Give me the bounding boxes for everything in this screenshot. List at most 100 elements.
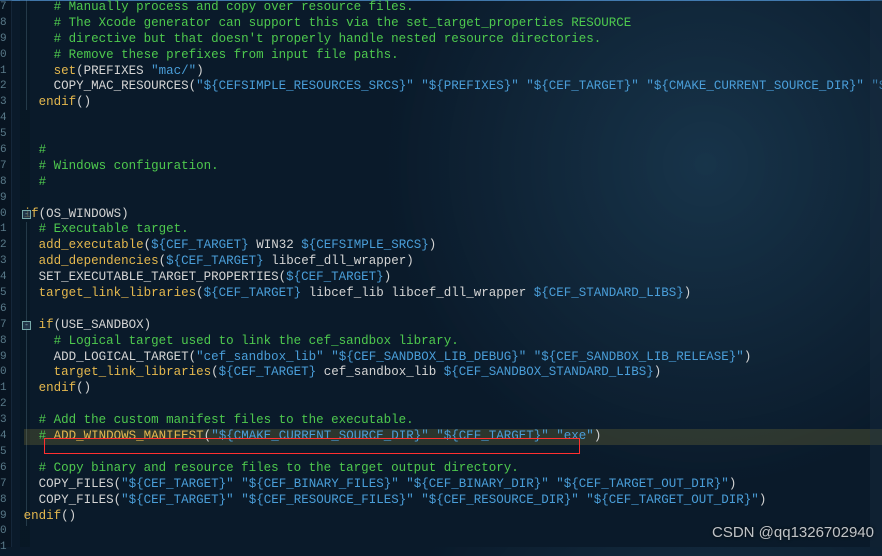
code-token: "${CEF_TARGET}" [121,477,234,491]
code-token: endif [39,381,77,395]
code-token: ) [744,350,752,364]
line-number: 4 [0,111,7,127]
code-token: set [54,64,77,78]
code-line[interactable]: # The Xcode generator can support this v… [24,16,882,32]
code-line[interactable]: # Copy binary and resource files to the … [24,461,882,477]
code-token: "${CEF_BINARY_DIR}" [406,477,549,491]
line-number: 5 [0,286,7,302]
code-token: WIN32 [249,238,302,252]
line-number: 9 [0,32,7,48]
code-editor[interactable]: 78901234567890123456789012345678901 # Ma… [0,0,882,547]
code-line[interactable]: # Manually process and copy over resourc… [24,0,882,16]
code-token: ) [144,318,152,332]
line-number: 2 [0,79,7,95]
code-line[interactable]: COPY_MAC_RESOURCES("${CEFSIMPLE_RESOURCE… [24,79,882,95]
line-number: 1 [0,64,7,80]
code-token: "${CEF_RESOURCE_DIR}" [421,493,579,507]
code-token: COPY_FILES( [39,477,122,491]
fold-toggle-icon[interactable]: - [22,210,31,219]
line-number: 6 [0,143,7,159]
code-token: ) [684,286,692,300]
code-token: # Remove these prefixes from input file … [54,48,399,62]
code-token: # [39,175,47,189]
code-token: "${CEF_SANDBOX_LIB_RELEASE}" [534,350,744,364]
code-line[interactable] [24,111,882,127]
line-number: 8 [0,493,7,509]
code-line[interactable]: add_dependencies(${CEF_TARGET} libcef_dl… [24,254,882,270]
code-token: () [76,95,91,109]
line-number: 6 [0,302,7,318]
fold-toggle-icon[interactable]: - [22,321,31,330]
code-line[interactable]: add_executable(${CEF_TARGET} WIN32 ${CEF… [24,238,882,254]
line-number: 7 [0,477,7,493]
code-token: ${CEF_TARGET} [219,365,317,379]
code-token: "exe" [556,429,594,443]
code-line[interactable]: # Remove these prefixes from input file … [24,48,882,64]
code-token: endif [39,95,77,109]
line-number: 8 [0,16,7,32]
line-number: 5 [0,445,7,461]
code-token: ) [121,207,129,221]
code-line[interactable]: if(USE_SANDBOX) [24,318,882,334]
code-token: # Logical target used to link the cef_sa… [54,334,459,348]
line-number: 0 [0,524,7,540]
code-token: COPY_FILES( [39,493,122,507]
code-line[interactable]: COPY_FILES("${CEF_TARGET}" "${CEF_BINARY… [24,477,882,493]
code-token: PREFIXES [84,64,152,78]
code-token: ${CEF_TARGET} [204,286,302,300]
code-line[interactable]: COPY_FILES("${CEF_TARGET}" "${CEF_RESOUR… [24,493,882,509]
line-number: 1 [0,381,7,397]
code-line[interactable]: # Logical target used to link the cef_sa… [24,334,882,350]
vertical-scrollbar[interactable] [870,0,882,547]
code-line[interactable]: # Windows configuration. [24,159,882,175]
code-token: "${CEF_TARGET_OUT_DIR}" [556,477,729,491]
code-line[interactable]: SET_EXECUTABLE_TARGET_PROPERTIES(${CEF_T… [24,270,882,286]
code-token: # Executable target. [39,222,189,236]
line-number: 1 [0,222,7,238]
code-line[interactable]: endif() [24,509,882,525]
code-token: libcef_dll_wrapper [264,254,407,268]
code-line[interactable]: endif() [24,95,882,111]
code-token: # Add the custom manifest files to the e… [39,413,414,427]
code-token: "${CEFSIMPLE_RESOURCES_SRCS}" [196,79,414,93]
line-number: 9 [0,191,7,207]
line-number: 8 [0,175,7,191]
code-line[interactable]: # [24,143,882,159]
code-line[interactable] [24,127,882,143]
code-line[interactable]: # Add the custom manifest files to the e… [24,413,882,429]
line-number: 4 [0,429,7,445]
code-token: # directive but that doesn't properly ha… [54,32,602,46]
code-line[interactable]: # directive but that doesn't properly ha… [24,32,882,48]
code-token: # The Xcode generator can support this v… [54,16,632,30]
code-token: ( [196,286,204,300]
code-token: # [39,143,47,157]
line-number: 7 [0,0,7,16]
code-token: add_executable [39,238,144,252]
code-line[interactable]: # [24,175,882,191]
line-number: 9 [0,509,7,525]
line-number: 3 [0,95,7,111]
code-token: ) [384,270,392,284]
code-line[interactable] [24,302,882,318]
code-line[interactable]: # ADD_WINDOWS_MANIFEST("${CMAKE_CURRENT_… [24,429,882,445]
line-number: 3 [0,254,7,270]
code-line[interactable] [24,191,882,207]
code-token: COPY_MAC_RESOURCES( [54,79,197,93]
code-line[interactable] [24,445,882,461]
code-area[interactable]: # Manually process and copy over resourc… [12,0,882,547]
code-token: SET_EXECUTABLE_TARGET_PROPERTIES( [39,270,287,284]
code-line[interactable]: set(PREFIXES "mac/") [24,64,882,80]
line-number: 0 [0,207,7,223]
code-line[interactable]: if(OS_WINDOWS) [24,207,882,223]
code-token: "mac/" [151,64,196,78]
code-token: ) [196,64,204,78]
code-token: "${CEF_BINARY_FILES}" [241,477,399,491]
code-line[interactable]: # Executable target. [24,222,882,238]
code-line[interactable] [24,397,882,413]
code-line[interactable]: ADD_LOGICAL_TARGET("cef_sandbox_lib" "${… [24,350,882,366]
code-token: "${CEF_RESOURCE_FILES}" [241,493,414,507]
code-line[interactable]: target_link_libraries(${CEF_TARGET} libc… [24,286,882,302]
code-line[interactable]: target_link_libraries(${CEF_TARGET} cef_… [24,365,882,381]
code-token: ( [39,207,47,221]
code-line[interactable]: endif() [24,381,882,397]
